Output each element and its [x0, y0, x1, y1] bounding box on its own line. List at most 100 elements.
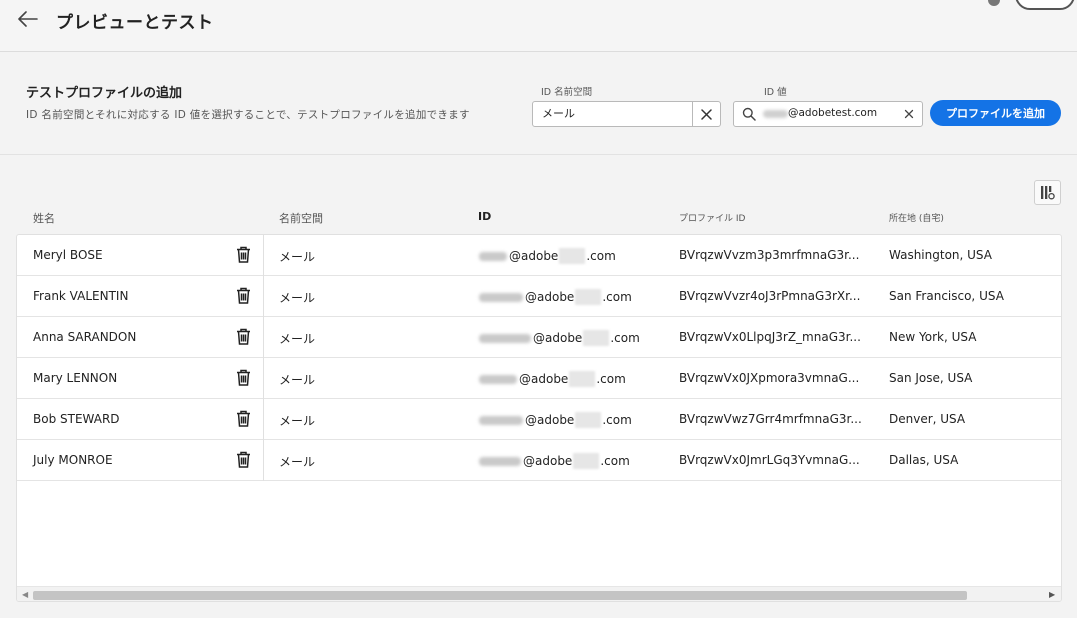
redacted-user — [479, 415, 523, 425]
profile-location: San Jose, USA — [889, 371, 973, 385]
id-value-label: ID 値 — [764, 87, 787, 98]
trash-icon[interactable] — [236, 246, 251, 263]
back-button[interactable] — [14, 6, 42, 32]
table-row[interactable]: Anna SARANDON メール @adobe .com BVrqzwVx0L… — [17, 317, 1061, 358]
table-row[interactable]: July MONROE メール @adobe .com BVrqzwVx0Jmr… — [17, 440, 1061, 481]
id-value-text[interactable]: @adobetest.com — [788, 107, 877, 119]
column-header-name[interactable]: 姓名 — [33, 210, 55, 226]
id-tld: .com — [610, 331, 640, 345]
profile-namespace: メール — [279, 373, 316, 387]
id-tld: .com — [586, 249, 616, 263]
top-bar: プレビューとテスト — [0, 0, 1077, 52]
id-tld: .com — [596, 372, 626, 386]
header-action-button[interactable] — [1015, 0, 1075, 10]
scrollbar-thumb[interactable] — [33, 591, 967, 600]
profile-id: BVrqzwVwz7Grr4mrfmnaG3r... — [679, 412, 862, 426]
arrow-left-icon — [18, 11, 38, 27]
profile-namespace: メール — [279, 291, 316, 305]
column-settings-button[interactable] — [1034, 180, 1061, 205]
scroll-right-icon[interactable]: ▶ — [1049, 590, 1055, 599]
profile-namespace: メール — [279, 332, 316, 346]
trash-icon[interactable] — [236, 369, 251, 386]
redacted-user — [479, 456, 521, 466]
profile-namespace: メール — [279, 414, 316, 428]
id-value-input[interactable]: @adobetest.com — [733, 101, 923, 127]
horizontal-scrollbar[interactable]: ◀ ▶ — [17, 586, 1061, 601]
redacted-domain — [575, 289, 602, 305]
table-row[interactable]: Mary LENNON メール @adobe .com BVrqzwVx0JXp… — [17, 358, 1061, 399]
profile-namespace: メール — [279, 455, 316, 469]
profile-id-email: @adobe .com — [479, 371, 626, 387]
profile-name: July MONROE — [33, 453, 113, 467]
user-menu-icon[interactable] — [988, 0, 1000, 6]
profile-location: Denver, USA — [889, 412, 966, 426]
column-header-location[interactable]: 所在地 (自宅) — [889, 211, 944, 224]
redacted-user — [479, 333, 531, 343]
profile-namespace: メール — [279, 250, 316, 264]
profile-id: BVrqzwVx0LlpqJ3rZ_mnaG3r... — [679, 330, 861, 344]
column-header-namespace[interactable]: 名前空間 — [279, 210, 323, 226]
profile-id-email: @adobe .com — [479, 289, 632, 305]
trash-icon[interactable] — [236, 410, 251, 427]
column-divider — [263, 235, 264, 481]
redacted-user — [479, 374, 517, 384]
profile-id-email: @adobe .com — [479, 248, 616, 264]
redacted-domain — [575, 412, 602, 428]
column-header-profile-id[interactable]: プロファイル ID — [679, 211, 745, 224]
add-profile-description: ID 名前空間とそれに対応する ID 値を選択することで、テストプロファイルを追… — [26, 109, 470, 121]
profile-location: Dallas, USA — [889, 453, 959, 467]
namespace-value[interactable]: メール — [533, 102, 692, 126]
profile-id: BVrqzwVx0JXpmora3vmnaG... — [679, 371, 860, 385]
namespace-picker[interactable]: メール — [532, 101, 721, 127]
id-tld: .com — [600, 454, 630, 468]
profile-id-email: @adobe .com — [479, 453, 630, 469]
trash-icon[interactable] — [236, 287, 251, 304]
profile-location: Washington, USA — [889, 248, 992, 262]
redacted-user — [479, 292, 523, 302]
redacted-domain — [559, 248, 586, 264]
profile-id-email: @adobe .com — [479, 412, 632, 428]
table-row[interactable]: Bob STEWARD メール @adobe .com BVrqzwVwz7Gr… — [17, 399, 1061, 440]
add-profile-button[interactable]: プロファイルを追加 — [930, 100, 1061, 126]
profile-id: BVrqzwVx0JmrLGq3YvmnaG... — [679, 453, 860, 467]
id-domain: @adobe — [533, 331, 583, 345]
trash-icon[interactable] — [236, 451, 251, 468]
column-settings-icon — [1041, 186, 1055, 200]
id-tld: .com — [602, 413, 632, 427]
id-domain: @adobe — [525, 413, 575, 427]
trash-icon[interactable] — [236, 328, 251, 345]
id-tld: .com — [602, 290, 632, 304]
id-domain: @adobe — [523, 454, 573, 468]
namespace-clear-button[interactable] — [692, 102, 720, 126]
search-icon — [742, 107, 756, 121]
close-icon — [701, 108, 712, 120]
namespace-label: ID 名前空間 — [541, 87, 593, 98]
profile-id: BVrqzwVvzm3p3mrfmnaG3r... — [679, 248, 860, 262]
close-icon[interactable] — [904, 109, 914, 119]
page-title: プレビューとテスト — [56, 13, 214, 33]
id-domain: @adobe — [509, 249, 559, 263]
profile-name: Anna SARANDON — [33, 330, 137, 344]
profile-name: Meryl BOSE — [33, 248, 103, 262]
redacted-domain — [583, 330, 610, 346]
add-test-profile-panel: テストプロファイルの追加 ID 名前空間とそれに対応する ID 値を選択すること… — [0, 52, 1077, 155]
redacted-user — [479, 251, 507, 261]
add-profile-title: テストプロファイルの追加 — [26, 86, 183, 101]
id-domain: @adobe — [525, 290, 575, 304]
redacted-domain — [573, 453, 600, 469]
profile-location: San Francisco, USA — [889, 289, 1004, 303]
profile-name: Bob STEWARD — [33, 412, 120, 426]
profile-id-email: @adobe .com — [479, 330, 640, 346]
column-header-id[interactable]: ID — [478, 210, 491, 223]
profile-location: New York, USA — [889, 330, 977, 344]
table-row[interactable]: Meryl BOSE メール @adobe .com BVrqzwVvzm3p3… — [17, 235, 1061, 276]
profile-name: Frank VALENTIN — [33, 289, 129, 303]
id-domain: @adobe — [519, 372, 569, 386]
test-profiles-table: Meryl BOSE メール @adobe .com BVrqzwVvzm3p3… — [16, 234, 1062, 602]
profile-id: BVrqzwVvzr4oJ3rPmnaG3rXr... — [679, 289, 861, 303]
table-row[interactable]: Frank VALENTIN メール @adobe .com BVrqzwVvz… — [17, 276, 1061, 317]
redacted-domain — [569, 371, 596, 387]
redacted-id-prefix — [763, 110, 788, 118]
profile-name: Mary LENNON — [33, 371, 118, 385]
scroll-left-icon[interactable]: ◀ — [22, 590, 28, 599]
